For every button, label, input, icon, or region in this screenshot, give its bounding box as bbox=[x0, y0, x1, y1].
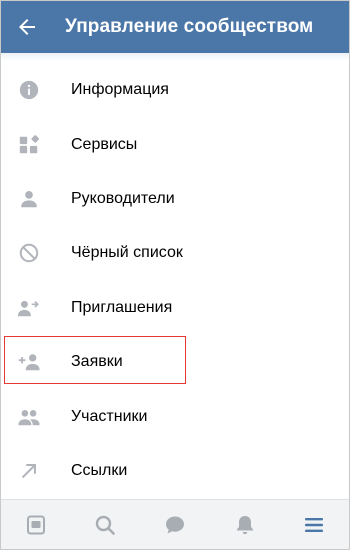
menu-item-label: Информация bbox=[71, 81, 169, 99]
app-header: Управление сообществом bbox=[1, 1, 349, 53]
tab-menu[interactable] bbox=[289, 500, 339, 549]
tab-search[interactable] bbox=[80, 500, 130, 549]
back-button[interactable] bbox=[1, 1, 53, 53]
app-frame: Управление сообществом Информация Сервис… bbox=[0, 0, 350, 550]
tab-notifications[interactable] bbox=[220, 500, 270, 549]
menu-item-info[interactable]: Информация bbox=[1, 63, 349, 117]
menu-item-managers[interactable]: Руководители bbox=[1, 172, 349, 226]
messages-icon bbox=[165, 516, 184, 534]
page-title: Управление сообществом bbox=[65, 16, 314, 37]
person-add-icon bbox=[17, 350, 41, 374]
menu-item-label: Сервисы bbox=[71, 135, 138, 153]
news-icon bbox=[26, 515, 45, 535]
menu-item-label: Руководители bbox=[71, 189, 175, 207]
menu-item-label: Ссылки bbox=[71, 461, 128, 479]
menu-item-requests[interactable]: Заявки bbox=[1, 335, 349, 389]
menu-item-invitations[interactable]: Приглашения bbox=[1, 281, 349, 335]
person-arrow-icon bbox=[17, 296, 41, 320]
menu-item-services[interactable]: Сервисы bbox=[1, 117, 349, 171]
person-icon bbox=[17, 187, 41, 211]
menu-item-members[interactable]: Участники bbox=[1, 389, 349, 443]
search-icon bbox=[96, 515, 116, 535]
menu-icon bbox=[305, 518, 324, 532]
bottom-tab-bar bbox=[1, 499, 349, 549]
people-icon bbox=[17, 405, 41, 429]
community-menu: Информация Сервисы Руководители Чёрный с… bbox=[1, 63, 349, 498]
link-arrow-icon bbox=[17, 459, 41, 483]
services-icon bbox=[17, 133, 41, 157]
menu-item-label: Заявки bbox=[71, 353, 123, 371]
menu-item-label: Приглашения bbox=[71, 298, 173, 316]
info-icon bbox=[17, 78, 41, 102]
menu-item-links[interactable]: Ссылки bbox=[1, 444, 349, 498]
notifications-icon bbox=[236, 516, 253, 535]
header-shadow bbox=[1, 53, 349, 61]
menu-item-blacklist[interactable]: Чёрный список bbox=[1, 226, 349, 280]
menu-item-label: Чёрный список bbox=[71, 244, 183, 262]
arrow-left-icon bbox=[19, 19, 35, 35]
tab-messages[interactable] bbox=[150, 500, 200, 549]
block-icon bbox=[17, 241, 41, 265]
menu-item-label: Участники bbox=[71, 407, 148, 425]
tab-news[interactable] bbox=[11, 500, 61, 549]
